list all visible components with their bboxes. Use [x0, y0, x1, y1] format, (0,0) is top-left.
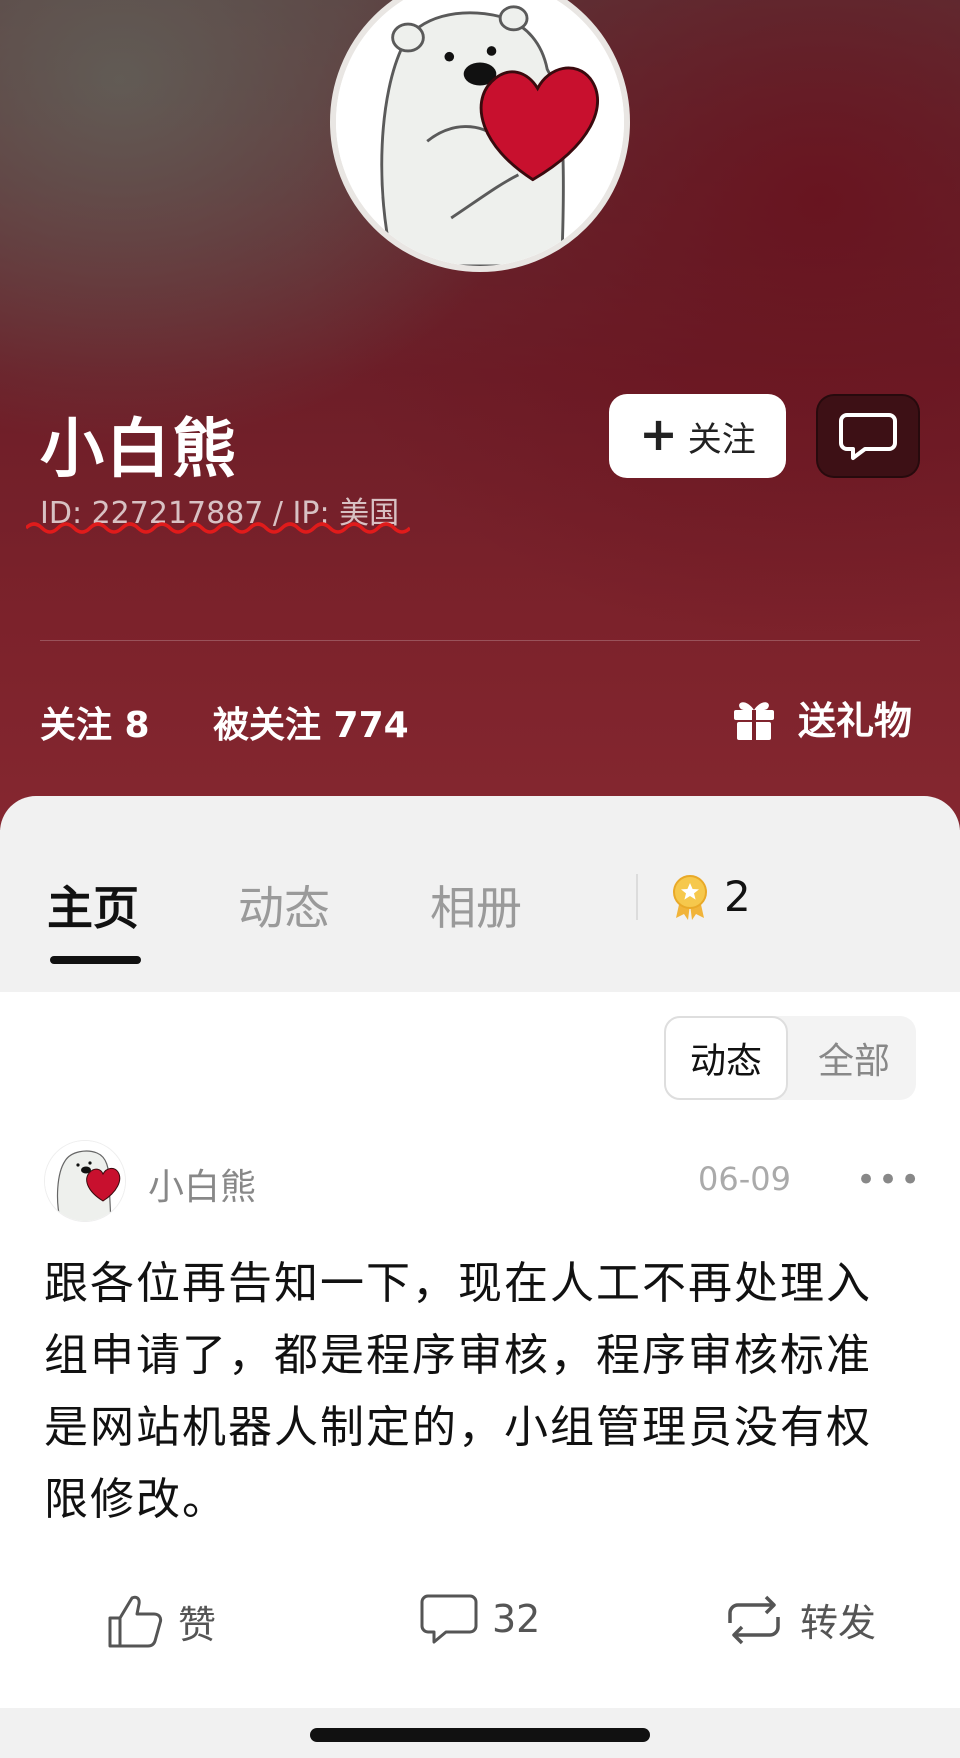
following-count[interactable]: 关注 8: [40, 696, 150, 748]
feed-filter: 动态 全部: [664, 1016, 916, 1100]
comment-count: 32: [492, 1597, 541, 1641]
medal-badge[interactable]: 2: [670, 872, 751, 921]
tab-separator: [636, 874, 638, 920]
send-gift-button[interactable]: 送礼物: [730, 690, 912, 745]
polar-bear-heart-avatar-icon: [45, 1141, 125, 1221]
follow-label: 关注: [687, 419, 756, 460]
post-header: 小白熊 06-09 •••: [44, 1140, 920, 1222]
profile-sheet: 主页 动态 相册 2 动态 全部 小白熊 06-09 ••• 跟各位再告知一下，…: [0, 796, 960, 1758]
gift-icon: [734, 701, 774, 740]
share-label: 转发: [800, 1601, 877, 1645]
comment-icon: [420, 1594, 478, 1644]
tab-moments[interactable]: 动态: [238, 872, 330, 938]
home-indicator[interactable]: [310, 1728, 650, 1742]
repost-icon: [728, 1595, 780, 1644]
post-body: 跟各位再告知一下，现在人工不再处理入组申请了，都是程序审核，程序审核标准是网站机…: [44, 1258, 872, 1525]
header-divider: [40, 640, 920, 641]
share-button[interactable]: 转发: [722, 1592, 876, 1647]
post-actions: 赞 32 转发: [0, 1592, 960, 1682]
profile-tabs: 主页 动态 相册 2: [0, 796, 960, 992]
comment-button[interactable]: 32: [420, 1592, 540, 1646]
profile-avatar[interactable]: [330, 0, 630, 272]
follow-button[interactable]: + 关注: [609, 394, 786, 478]
like-button[interactable]: 赞: [106, 1592, 216, 1650]
like-label: 赞: [178, 1602, 217, 1647]
tab-album[interactable]: 相册: [430, 872, 522, 938]
thumbs-up-icon: [108, 1595, 163, 1648]
active-tab-indicator: [50, 956, 141, 964]
profile-header: 小白熊 ID: 227217887 / IP: 美国 + 关注 关注 8 被关注…: [0, 0, 960, 830]
more-options-icon[interactable]: •••: [856, 1160, 922, 1200]
post-avatar[interactable]: [44, 1140, 126, 1222]
profile-name: 小白熊: [40, 413, 238, 487]
plus-icon: +: [639, 407, 678, 461]
filter-moments[interactable]: 动态: [664, 1016, 788, 1100]
gift-label: 送礼物: [798, 699, 913, 743]
post-date: 06-09: [698, 1160, 791, 1198]
annotation-underline: [26, 522, 410, 534]
message-button[interactable]: [816, 394, 920, 478]
tab-home[interactable]: 主页: [47, 872, 139, 938]
chat-bubble-icon: [839, 413, 897, 460]
followers-count[interactable]: 被关注 774: [213, 696, 409, 748]
post-author[interactable]: 小白熊: [148, 1158, 256, 1210]
medal-count: 2: [724, 872, 751, 921]
polar-bear-heart-avatar-icon: [336, 0, 624, 266]
feed-content: 动态 全部 小白熊 06-09 ••• 跟各位再告知一下，现在人工不再处理入组申…: [0, 992, 960, 1708]
filter-all[interactable]: 全部: [792, 1016, 916, 1100]
medal-icon: [673, 874, 707, 920]
